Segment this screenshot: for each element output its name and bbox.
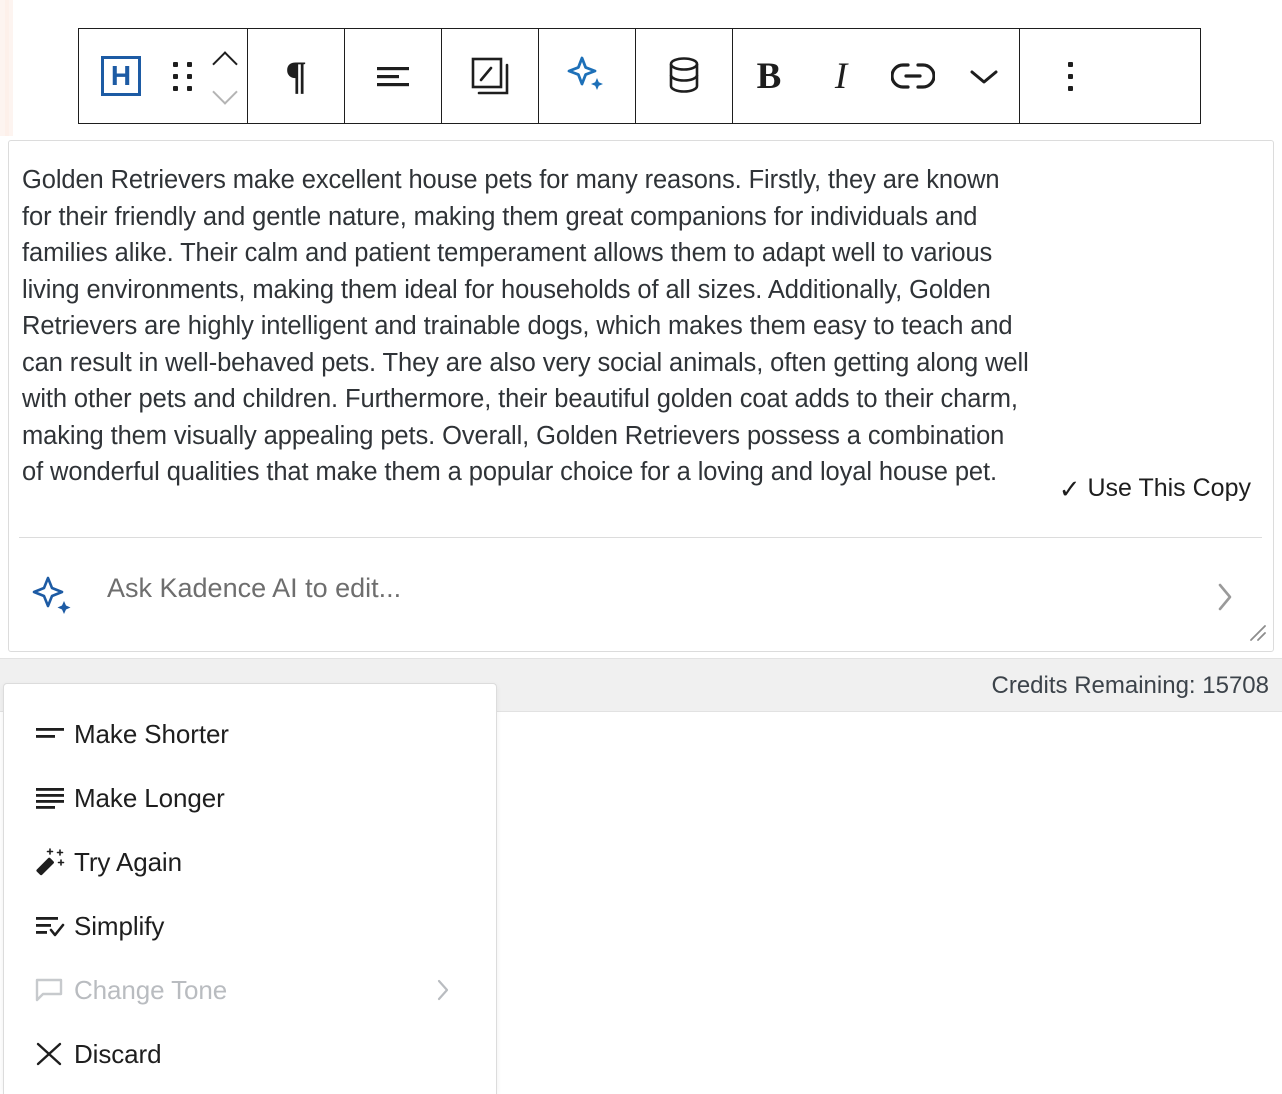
bold-button[interactable]: B [733,29,805,123]
block-type-heading-button[interactable]: H [79,29,163,123]
close-x-icon [34,1037,74,1071]
menu-item-label: Simplify [74,910,165,941]
chevron-down-icon [970,70,998,84]
kadence-ai-editor-screen: H ¶ B I Golden Retrievers make excellent… [0,0,1282,1094]
menu-item-make-shorter[interactable]: Make Shorter [4,702,496,766]
sparkle-icon [567,56,603,90]
menu-item-make-longer[interactable]: Make Longer [4,766,496,830]
generated-copy-text: Golden Retrievers make excellent house p… [22,166,1029,486]
menu-item-change-tone[interactable]: Change Tone [4,958,496,1022]
menu-item-label: Try Again [74,846,182,877]
options-button[interactable] [1020,29,1121,123]
italic-button[interactable]: I [805,29,877,123]
chevron-right-icon [434,977,452,1003]
lines-increasing-icon [34,781,74,815]
menu-item-discard[interactable]: Discard [4,1022,496,1086]
chevron-right-icon [1218,583,1232,611]
move-up-down-icon [212,52,238,100]
menu-item-label: Discard [74,1038,162,1069]
design-library-button[interactable] [442,29,538,123]
check-icon: ✓ [1058,473,1081,504]
menu-item-label: Make Longer [74,782,225,813]
bold-icon: B [756,55,782,97]
italic-icon: I [834,55,848,97]
sparkle-icon [31,574,77,620]
toolbar-group-richtext: B I [733,29,1020,123]
menu-item-label: Change Tone [74,974,228,1005]
use-this-copy-label: Use This Copy [1087,474,1252,502]
heading-icon: H [101,56,141,96]
toolbar-group-ai [539,29,636,123]
toolbar-group-dynamic-data [636,29,733,123]
toolbar-group-paragraph: ¶ [248,29,345,123]
drag-handle-icon [173,61,193,91]
pilcrow-icon: ¶ [285,53,307,98]
chevron-up-icon [212,52,238,65]
dynamic-data-button[interactable] [636,29,732,123]
drag-handle-button[interactable] [163,29,203,123]
ai-actions-menu: Make Shorter Make Longer Try Again Simpl… [3,683,497,1094]
link-icon [891,63,935,89]
left-accent-strip [0,0,13,136]
toolbar-group-block: H [79,29,248,123]
ai-prompt-row [9,538,1273,646]
ai-result-panel: Golden Retrievers make excellent house p… [8,140,1274,652]
block-movers-button[interactable] [203,29,247,123]
more-rich-text-button[interactable] [949,29,1019,123]
menu-item-try-again[interactable]: Try Again [4,830,496,894]
credits-remaining-label: Credits Remaining: 15708 [991,672,1270,699]
use-this-copy-button[interactable]: ✓ Use This Copy [1059,474,1251,503]
magic-wand-icon [34,845,74,879]
align-text-button[interactable] [345,29,441,123]
toolbar-group-align [345,29,442,123]
speech-bubble-icon [34,973,74,1007]
lines-decreasing-icon [34,717,74,751]
menu-item-simplify[interactable]: Simplify [4,894,496,958]
paragraph-format-button[interactable]: ¶ [248,29,344,123]
database-icon [669,57,699,93]
ai-prompt-input[interactable] [107,556,1187,620]
link-button[interactable] [877,29,949,123]
chevron-down-icon [212,87,238,100]
toolbar-group-options [1020,29,1121,123]
resize-handle[interactable] [1245,620,1267,642]
block-toolbar: H ¶ B I [78,28,1201,124]
menu-item-label: Make Shorter [74,718,229,749]
kadence-ai-button[interactable] [539,29,635,123]
align-text-icon [377,67,409,87]
submit-prompt-button[interactable] [1213,580,1237,614]
toolbar-group-design-library [442,29,539,123]
lines-check-icon [34,909,74,943]
design-library-icon [471,57,509,95]
kebab-menu-icon [1068,61,1073,91]
left-accent-strip-inner [5,0,9,136]
